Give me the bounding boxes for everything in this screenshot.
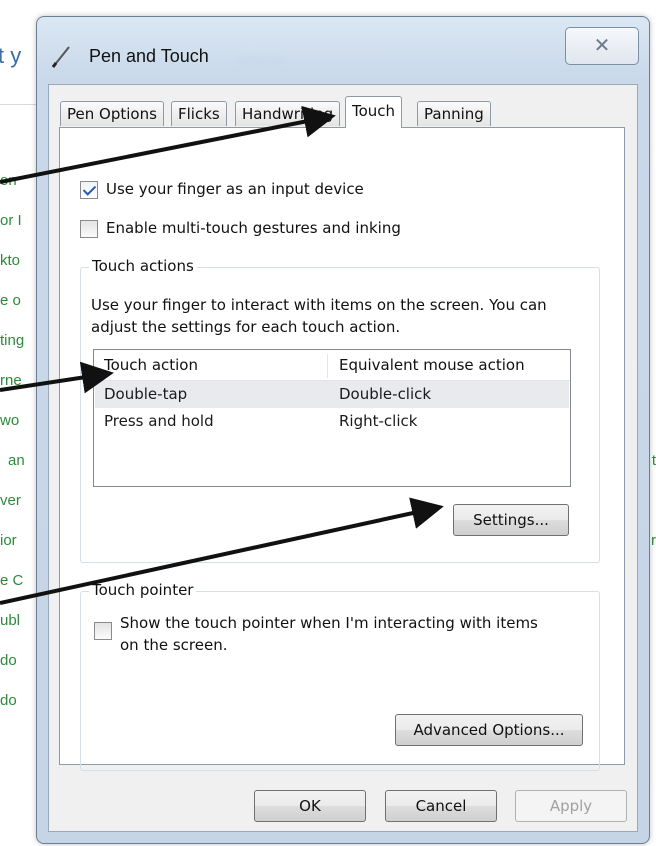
background-link: do bbox=[0, 652, 17, 669]
tab-panning[interactable]: Panning bbox=[417, 101, 491, 126]
touch-pointer-group-label: Touch pointer bbox=[89, 581, 197, 599]
dialog-title: Pen and Touch bbox=[89, 46, 209, 66]
cancel-button[interactable]: Cancel bbox=[385, 790, 497, 822]
touch-actions-description: Use your finger to interact with items o… bbox=[91, 296, 547, 336]
dialog-client-area: Pen Options Flicks Handwriting Touch Pan… bbox=[48, 84, 638, 832]
tab-flicks[interactable]: Flicks bbox=[171, 101, 227, 126]
title-ghost-text: settings bbox=[237, 51, 286, 67]
background-link: ior bbox=[0, 532, 17, 549]
background-link: wo bbox=[0, 412, 20, 429]
background-link: or I bbox=[0, 212, 22, 229]
touch-actions-list[interactable]: Touch action Equivalent mouse action Dou… bbox=[93, 349, 571, 487]
touch-actions-group: Touch actions Use your finger to interac… bbox=[80, 257, 600, 563]
touch-actions-group-label: Touch actions bbox=[89, 257, 197, 275]
column-separator[interactable] bbox=[327, 354, 328, 378]
background-link: e o bbox=[0, 292, 21, 309]
ok-button[interactable]: OK bbox=[254, 790, 366, 822]
background-link: do bbox=[0, 692, 17, 709]
column-header-touch-action[interactable]: Touch action bbox=[104, 356, 198, 374]
tab-pen-options[interactable]: Pen Options bbox=[60, 101, 164, 126]
background-link: rne bbox=[0, 372, 22, 389]
advanced-options-button[interactable]: Advanced Options... bbox=[395, 714, 583, 746]
show-pointer-label[interactable]: Show the touch pointer when I'm interact… bbox=[120, 612, 540, 656]
row-touch-action: Press and hold bbox=[104, 412, 214, 430]
column-header-mouse-action[interactable]: Equivalent mouse action bbox=[339, 356, 525, 374]
row-touch-action: Double-tap bbox=[104, 385, 188, 403]
background-link: ting bbox=[0, 332, 25, 349]
multi-touch-label[interactable]: Enable multi-touch gestures and inking bbox=[106, 219, 401, 237]
row-mouse-action: Right-click bbox=[339, 412, 418, 430]
background-link: ver bbox=[0, 492, 21, 509]
background-link: an bbox=[8, 452, 25, 469]
close-icon: ✕ bbox=[593, 33, 611, 57]
settings-button[interactable]: Settings... bbox=[453, 504, 569, 536]
apply-button[interactable]: Apply bbox=[515, 790, 627, 822]
tab-touch[interactable]: Touch bbox=[345, 96, 403, 128]
pen-and-touch-dialog: Pen and Touch settings ✕ Pen Options Fli… bbox=[36, 16, 650, 844]
show-pointer-checkbox[interactable] bbox=[94, 622, 112, 640]
close-button[interactable]: ✕ bbox=[565, 27, 639, 65]
use-finger-checkbox[interactable] bbox=[80, 181, 98, 199]
multi-touch-checkbox[interactable] bbox=[80, 220, 98, 238]
list-row-double-tap[interactable]: Double-tap Double-click bbox=[95, 381, 569, 408]
use-finger-label[interactable]: Use your finger as an input device bbox=[106, 180, 364, 198]
background-right-fragment: r bbox=[651, 532, 656, 549]
background-title: t y bbox=[0, 43, 22, 68]
touch-pointer-group: Touch pointer Show the touch pointer whe… bbox=[80, 581, 600, 771]
background-right-fragment: t bbox=[651, 452, 656, 469]
tab-handwriting[interactable]: Handwriting bbox=[235, 101, 341, 126]
background-link: ubl bbox=[0, 612, 21, 629]
background-link: on bbox=[0, 172, 17, 189]
background-link: e C bbox=[0, 572, 24, 589]
list-header: Touch action Equivalent mouse action bbox=[94, 350, 570, 381]
row-mouse-action: Double-click bbox=[339, 385, 432, 403]
list-row-press-and-hold[interactable]: Press and hold Right-click bbox=[95, 408, 569, 435]
pen-icon bbox=[51, 46, 70, 68]
background-link: kto bbox=[0, 252, 21, 269]
touch-tab-panel: Use your finger as an input device Enabl… bbox=[59, 127, 625, 771]
background-divider bbox=[0, 104, 40, 105]
